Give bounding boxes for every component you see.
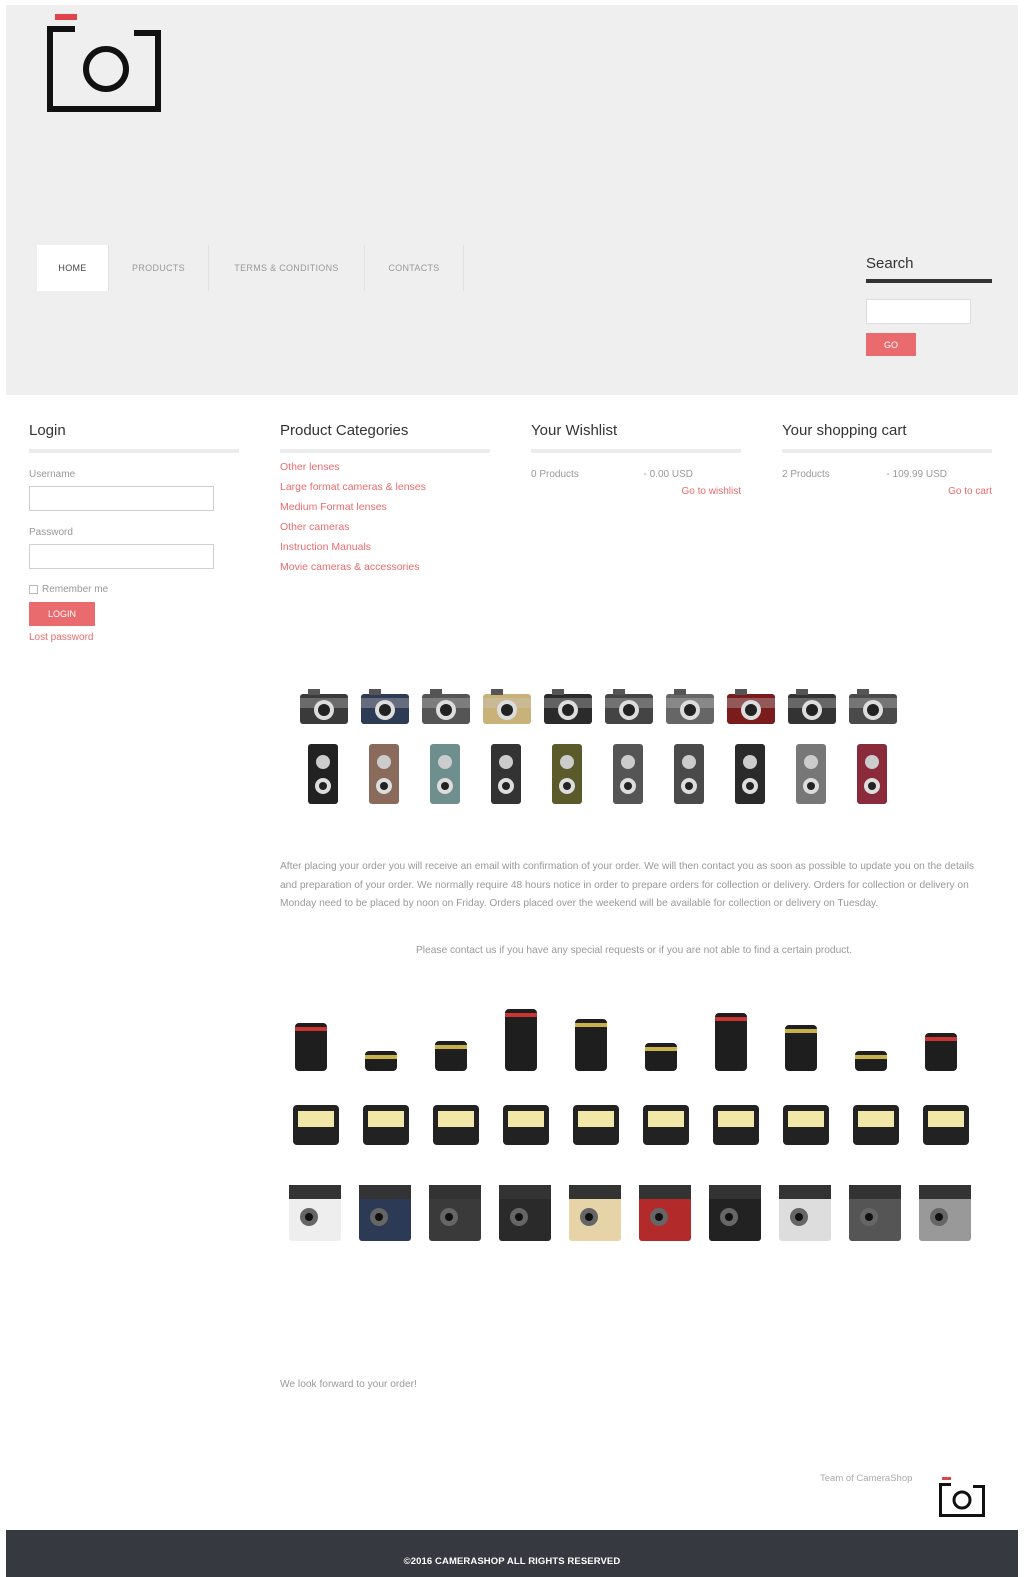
- login-button[interactable]: LOGIN: [29, 602, 95, 626]
- username-label: Username: [29, 469, 76, 480]
- wishlist-title: Your Wishlist: [531, 422, 741, 453]
- team-signature: Team of CameraShop: [820, 1473, 913, 1484]
- categories-title: Product Categories: [280, 422, 490, 453]
- closing-note: We look forward to your order!: [280, 1379, 417, 1390]
- search-widget: Search GO: [866, 255, 992, 356]
- cart-total: - 109.99 USD: [886, 469, 947, 480]
- login-panel: Login Username Password Remember me LOGI…: [29, 422, 239, 643]
- nav-terms[interactable]: TERMS & CONDITIONS: [209, 245, 365, 291]
- main-nav: HOME PRODUCTS TERMS & CONDITIONS CONTACT…: [37, 245, 464, 291]
- wishlist-total: - 0.00 USD: [643, 469, 693, 480]
- search-input[interactable]: [866, 299, 971, 324]
- category-link[interactable]: Large format cameras & lenses: [280, 481, 490, 493]
- login-title: Login: [29, 422, 239, 453]
- camera-illustration-icon: [300, 689, 897, 804]
- site-header: HOME PRODUCTS TERMS & CONDITIONS CONTACT…: [6, 5, 1018, 395]
- password-label: Password: [29, 527, 73, 538]
- go-to-cart-link[interactable]: Go to cart: [782, 486, 992, 497]
- site-footer: ©2016 CAMERASHOP ALL RIGHTS RESERVED: [6, 1530, 1018, 1577]
- footer-logo-icon: [939, 1477, 985, 1517]
- cart-panel: Your shopping cart 2 Products - 109.99 U…: [782, 422, 992, 497]
- wishlist-summary: 0 Products - 0.00 USD: [531, 469, 741, 480]
- nav-products[interactable]: PRODUCTS: [109, 245, 209, 291]
- nav-contacts[interactable]: CONTACTS: [365, 245, 464, 291]
- contact-note: Please contact us if you have any specia…: [415, 945, 853, 956]
- categories-list: Other lenses Large format cameras & lens…: [280, 461, 490, 573]
- remember-label: Remember me: [42, 584, 109, 595]
- remember-checkbox[interactable]: [29, 585, 38, 594]
- category-link[interactable]: Medium Format lenses: [280, 501, 490, 513]
- search-go-button[interactable]: GO: [866, 333, 916, 356]
- order-info-paragraph: After placing your order you will receiv…: [280, 861, 975, 909]
- lost-password-link[interactable]: Lost password: [29, 632, 239, 643]
- copyright-text: ©2016 CAMERASHOP ALL RIGHTS RESERVED: [403, 1556, 621, 1567]
- logo-icon[interactable]: [42, 13, 166, 115]
- cart-summary: 2 Products - 109.99 USD: [782, 469, 992, 480]
- search-title: Search: [866, 255, 992, 283]
- categories-panel: Product Categories Other lenses Large fo…: [280, 422, 490, 573]
- category-link[interactable]: Other cameras: [280, 521, 490, 533]
- username-field[interactable]: [29, 486, 214, 511]
- cart-count: 2 Products: [782, 469, 830, 480]
- cart-title: Your shopping cart: [782, 422, 992, 453]
- nav-home[interactable]: HOME: [37, 245, 109, 291]
- category-link[interactable]: Other lenses: [280, 461, 490, 473]
- category-link[interactable]: Instruction Manuals: [280, 541, 490, 553]
- category-link[interactable]: Movie cameras & accessories: [280, 561, 490, 573]
- go-to-wishlist-link[interactable]: Go to wishlist: [531, 486, 741, 497]
- remember-row: Remember me: [29, 584, 239, 595]
- password-field[interactable]: [29, 544, 214, 569]
- camera-accessory-illustration-icon: [289, 1009, 971, 1241]
- wishlist-count: 0 Products: [531, 469, 579, 480]
- wishlist-panel: Your Wishlist 0 Products - 0.00 USD Go t…: [531, 422, 741, 497]
